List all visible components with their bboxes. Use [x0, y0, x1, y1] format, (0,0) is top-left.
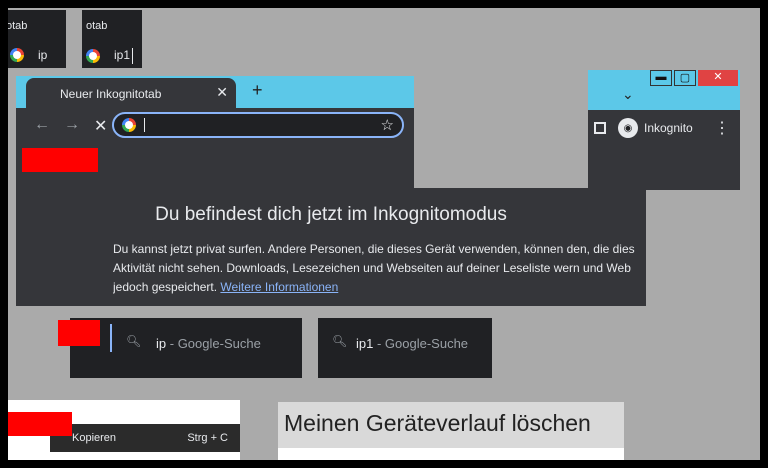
more-info-link[interactable]: Weitere Informationen: [220, 280, 338, 294]
maximize-button[interactable]: ▢: [674, 70, 696, 86]
tab-text: ip1: [114, 48, 131, 63]
selection-indicator: [110, 324, 112, 352]
page-body: Du kannst jetzt privat surfen. Andere Pe…: [113, 240, 653, 297]
redaction-box: [8, 412, 72, 436]
chevron-down-icon[interactable]: ⌄: [622, 86, 634, 103]
redaction-box: [58, 320, 100, 346]
window-controls-crop: ▬ ▢ ✕ ⌄ ◉ Inkognito ⋮: [588, 70, 740, 190]
incognito-badge[interactable]: ◉ Inkognito: [618, 118, 693, 138]
tab-incognito[interactable]: Neuer Inkognitotab ✕: [26, 78, 236, 108]
menu-item-shortcut: Strg + C: [187, 432, 228, 444]
stop-icon[interactable]: ✕: [94, 116, 107, 136]
minimize-button[interactable]: ▬: [650, 70, 672, 86]
menu-item-label: Kopieren: [72, 432, 117, 444]
title-bar: ▬ ▢ ✕ ⌄: [588, 70, 740, 110]
suggestion-item[interactable]: ip1 - Google-Suche: [356, 336, 468, 351]
incognito-label: Inkognito: [644, 121, 693, 135]
tab-crop-1: otab ip: [8, 10, 66, 68]
context-menu-crop: Kopieren Strg + C: [8, 400, 240, 460]
body-line: Du kannst jetzt privat surfen. Andere Pe…: [113, 242, 635, 256]
tab-label: Neuer Inkognitotab: [60, 87, 162, 101]
google-icon: [10, 48, 24, 62]
back-arrow-icon[interactable]: ←: [34, 116, 50, 134]
suggestion-item[interactable]: ip - Google-Suche: [156, 336, 261, 351]
suggestion-query: ip1: [356, 336, 374, 351]
clear-device-history-button[interactable]: Meinen Geräteverlauf löschen: [278, 402, 624, 448]
body-line: Aktivität nicht sehen. Downloads, Leseze…: [113, 261, 631, 275]
address-bar[interactable]: ☆: [112, 112, 404, 138]
suggestion-suffix: - Google-Suche: [169, 336, 261, 351]
tab-text: ip: [38, 48, 48, 62]
tab-title: otab: [8, 20, 28, 32]
suggestion-query: ip: [156, 336, 167, 351]
suggestion-crop-2: 🔍︎ ip1 - Google-Suche: [318, 318, 492, 378]
tab-title: otab: [86, 20, 108, 32]
google-icon: [86, 49, 100, 63]
new-tab-button[interactable]: +: [252, 80, 263, 101]
toolbar: ← → ✕ ☆: [16, 108, 414, 188]
text-cursor: [144, 118, 145, 132]
close-tab-icon[interactable]: ✕: [216, 84, 228, 101]
suggestion-crop-1: 🔍︎ ip - Google-Suche: [58, 318, 302, 378]
sidepanel-icon[interactable]: [594, 122, 606, 134]
menu-icon[interactable]: ⋮: [714, 118, 730, 138]
browser-window: Neuer Inkognitotab ✕ + ← → ✕ ☆: [16, 76, 414, 188]
incognito-icon: ◉: [618, 118, 638, 138]
close-window-button[interactable]: ✕: [698, 70, 738, 86]
page-title: Du befindest dich jetzt im Inkognitomodu…: [155, 204, 507, 225]
text-cursor: [132, 48, 134, 64]
body-line: jedoch gespeichert.: [113, 280, 218, 294]
google-icon: [122, 118, 136, 132]
suggestion-suffix: - Google-Suche: [376, 336, 469, 351]
bookmark-star-icon[interactable]: ☆: [381, 116, 394, 134]
button-underlay: [278, 448, 624, 460]
incognito-page: Du befindest dich jetzt im Inkognitomodu…: [16, 188, 646, 306]
menu-item-copy[interactable]: Kopieren Strg + C: [50, 424, 240, 452]
redaction-box: [22, 148, 98, 172]
search-icon: 🔍︎: [126, 334, 142, 348]
screenshot-collage: otab ip otab ip1 Neuer Inkognitotab ✕ + …: [8, 8, 760, 460]
tab-crop-2: otab ip1: [82, 10, 142, 68]
forward-arrow-icon[interactable]: →: [64, 116, 80, 134]
search-icon: 🔍︎: [332, 334, 348, 348]
